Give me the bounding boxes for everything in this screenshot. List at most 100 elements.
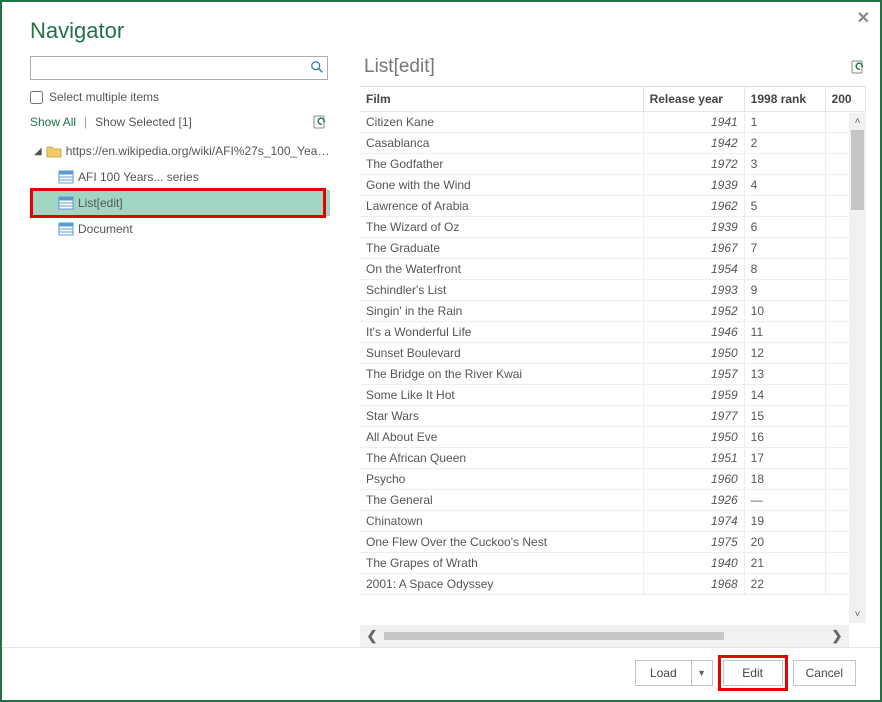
table-row[interactable]: The Wizard of Oz19396 bbox=[360, 217, 866, 238]
refresh-icon[interactable] bbox=[312, 114, 328, 130]
table-row[interactable]: It's a Wonderful Life194611 bbox=[360, 322, 866, 343]
table-row[interactable]: Gone with the Wind19394 bbox=[360, 175, 866, 196]
cell-year: 1942 bbox=[643, 133, 744, 154]
cell-year: 1960 bbox=[643, 469, 744, 490]
preview-panel: List[edit] FilmRelease year1998 rank200 … bbox=[360, 56, 866, 647]
table-row[interactable]: The Bridge on the River Kwai195713 bbox=[360, 364, 866, 385]
table-row[interactable]: Lawrence of Arabia19625 bbox=[360, 196, 866, 217]
cell-year: 1940 bbox=[643, 553, 744, 574]
cell-rank: 4 bbox=[744, 175, 825, 196]
cell-film: Singin' in the Rain bbox=[360, 301, 643, 322]
cancel-button[interactable]: Cancel bbox=[793, 660, 856, 686]
edit-button[interactable]: Edit bbox=[723, 660, 783, 686]
table-row[interactable]: The Graduate19677 bbox=[360, 238, 866, 259]
show-all-link[interactable]: Show All bbox=[30, 115, 76, 129]
cell-year: 1968 bbox=[643, 574, 744, 595]
tree-item[interactable]: List[edit] bbox=[30, 190, 330, 216]
cell-rank: 15 bbox=[744, 406, 825, 427]
table-row[interactable]: Star Wars197715 bbox=[360, 406, 866, 427]
table-row[interactable]: The Godfather19723 bbox=[360, 154, 866, 175]
table-row[interactable]: On the Waterfront19548 bbox=[360, 259, 866, 280]
cell-year: 1993 bbox=[643, 280, 744, 301]
load-button[interactable]: Load bbox=[636, 661, 692, 685]
cell-film: All About Eve bbox=[360, 427, 643, 448]
table-row[interactable]: 2001: A Space Odyssey196822 bbox=[360, 574, 866, 595]
table-row[interactable]: Psycho196018 bbox=[360, 469, 866, 490]
tree-root[interactable]: ◢ https://en.wikipedia.org/wiki/AFI%27s_… bbox=[30, 138, 330, 164]
cell-film: The Wizard of Oz bbox=[360, 217, 643, 238]
column-header[interactable]: Film bbox=[360, 87, 643, 112]
preview-table-wrap: FilmRelease year1998 rank200 Citizen Kan… bbox=[360, 86, 866, 647]
tree-item-label: List[edit] bbox=[78, 196, 123, 210]
hscroll-thumb[interactable] bbox=[384, 632, 724, 640]
load-dropdown-caret[interactable]: ▼ bbox=[692, 661, 712, 685]
cell-film: Sunset Boulevard bbox=[360, 343, 643, 364]
search-icon[interactable] bbox=[310, 60, 324, 74]
cell-year: 1950 bbox=[643, 343, 744, 364]
horizontal-scrollbar[interactable]: ❮ ❯ bbox=[360, 625, 849, 647]
cell-year: 1974 bbox=[643, 511, 744, 532]
vertical-scrollbar[interactable]: ˄ ˅ bbox=[849, 113, 866, 623]
column-header[interactable]: 200 bbox=[825, 87, 865, 112]
preview-title: List[edit] bbox=[364, 56, 435, 78]
cell-year: 1952 bbox=[643, 301, 744, 322]
preview-refresh-icon[interactable] bbox=[850, 59, 866, 75]
cell-rank: 7 bbox=[744, 238, 825, 259]
cell-year: 1962 bbox=[643, 196, 744, 217]
cell-rank: 11 bbox=[744, 322, 825, 343]
table-row[interactable]: Citizen Kane19411 bbox=[360, 112, 866, 133]
search-row bbox=[30, 56, 328, 80]
cell-year: 1957 bbox=[643, 364, 744, 385]
table-row[interactable]: Chinatown197419 bbox=[360, 511, 866, 532]
table-row[interactable]: The African Queen195117 bbox=[360, 448, 866, 469]
cell-rank: 13 bbox=[744, 364, 825, 385]
cell-film: Psycho bbox=[360, 469, 643, 490]
table-row[interactable]: Sunset Boulevard195012 bbox=[360, 343, 866, 364]
edit-highlight: Edit bbox=[723, 660, 783, 686]
scroll-right-icon[interactable]: ❯ bbox=[825, 628, 849, 644]
scroll-thumb[interactable] bbox=[851, 130, 864, 210]
scroll-down-icon[interactable]: ˅ bbox=[849, 606, 866, 623]
load-split-button[interactable]: Load ▼ bbox=[635, 660, 713, 686]
cell-rank: 10 bbox=[744, 301, 825, 322]
cell-year: 1954 bbox=[643, 259, 744, 280]
table-row[interactable]: All About Eve195016 bbox=[360, 427, 866, 448]
preview-table: FilmRelease year1998 rank200 Citizen Kan… bbox=[360, 87, 866, 595]
dialog-title: Navigator bbox=[2, 2, 880, 52]
table-row[interactable]: The General1926— bbox=[360, 490, 866, 511]
cell-year: 1941 bbox=[643, 112, 744, 133]
cell-year: 1959 bbox=[643, 385, 744, 406]
cell-rank: 18 bbox=[744, 469, 825, 490]
show-selected-link[interactable]: Show Selected [1] bbox=[95, 115, 192, 129]
tree-item[interactable]: AFI 100 Years... series bbox=[30, 164, 330, 190]
cell-rank: 16 bbox=[744, 427, 825, 448]
cell-year: 1967 bbox=[643, 238, 744, 259]
search-input[interactable] bbox=[30, 56, 328, 80]
tree-item[interactable]: Document bbox=[30, 216, 330, 242]
column-header[interactable]: 1998 rank bbox=[744, 87, 825, 112]
expander-icon[interactable]: ◢ bbox=[34, 146, 44, 157]
table-row[interactable]: Some Like It Hot195914 bbox=[360, 385, 866, 406]
cell-film: The General bbox=[360, 490, 643, 511]
select-multiple-checkbox[interactable]: Select multiple items bbox=[30, 90, 360, 104]
table-row[interactable]: Schindler's List19939 bbox=[360, 280, 866, 301]
cell-rank: 8 bbox=[744, 259, 825, 280]
table-icon bbox=[58, 196, 74, 210]
cell-rank: 5 bbox=[744, 196, 825, 217]
close-icon[interactable]: ✕ bbox=[857, 8, 870, 28]
cell-film: 2001: A Space Odyssey bbox=[360, 574, 643, 595]
cell-rank: 20 bbox=[744, 532, 825, 553]
table-row[interactable]: Singin' in the Rain195210 bbox=[360, 301, 866, 322]
folder-icon bbox=[46, 144, 62, 158]
cell-film: One Flew Over the Cuckoo's Nest bbox=[360, 532, 643, 553]
cell-film: Chinatown bbox=[360, 511, 643, 532]
select-multiple-input[interactable] bbox=[30, 91, 43, 104]
table-row[interactable]: The Grapes of Wrath194021 bbox=[360, 553, 866, 574]
table-row[interactable]: One Flew Over the Cuckoo's Nest197520 bbox=[360, 532, 866, 553]
column-header[interactable]: Release year bbox=[643, 87, 744, 112]
scroll-up-icon[interactable]: ˄ bbox=[849, 113, 866, 130]
dialog-footer: Load ▼ Edit Cancel bbox=[2, 647, 880, 700]
table-row[interactable]: Casablanca19422 bbox=[360, 133, 866, 154]
scroll-left-icon[interactable]: ❮ bbox=[360, 628, 384, 644]
cell-year: 1975 bbox=[643, 532, 744, 553]
